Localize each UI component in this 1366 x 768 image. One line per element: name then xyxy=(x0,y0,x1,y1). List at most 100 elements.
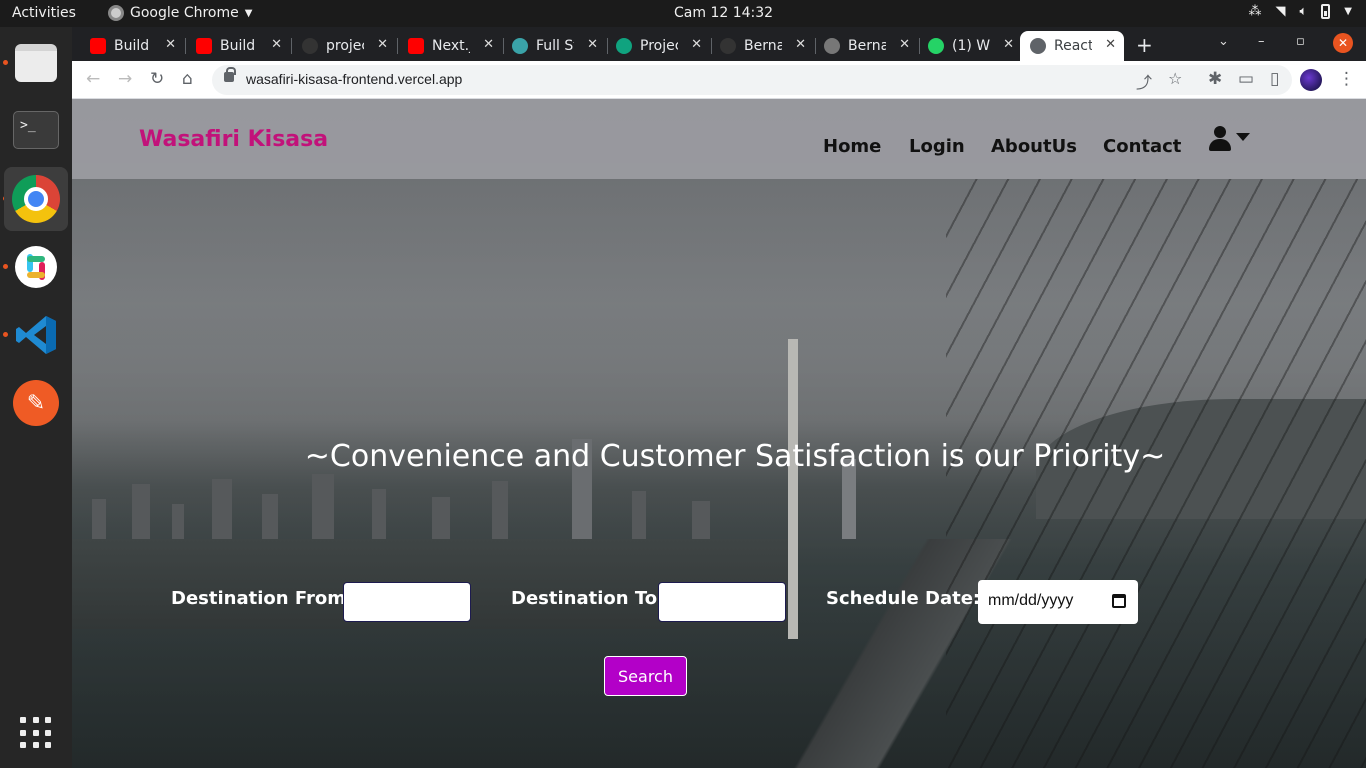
lock-icon[interactable] xyxy=(224,67,236,82)
dock-terminal[interactable]: >_ xyxy=(4,98,68,162)
tab-title: Projec xyxy=(640,38,678,54)
battery-icon xyxy=(1321,4,1331,19)
app-grid-icon xyxy=(20,717,52,749)
user-menu-toggle[interactable] xyxy=(1208,126,1252,152)
browser-tab[interactable]: Projec ✕ xyxy=(606,31,710,61)
tab-title: Full St xyxy=(536,38,574,54)
slack-icon xyxy=(15,246,57,288)
hero-background-image xyxy=(72,99,1366,768)
dock-vscode[interactable] xyxy=(4,303,68,367)
close-icon[interactable]: ✕ xyxy=(1003,37,1014,52)
extensions-icon[interactable]: ✱ xyxy=(1208,69,1222,89)
browser-tab[interactable]: projec ✕ xyxy=(292,31,396,61)
home-icon[interactable]: ⌂ xyxy=(182,69,193,89)
close-icon[interactable]: ✕ xyxy=(899,37,910,52)
terminal-icon: >_ xyxy=(13,111,59,149)
youtube-icon xyxy=(196,38,212,54)
address-bar[interactable]: wasafiri-kisasa-frontend.vercel.app ⤴ ☆ xyxy=(212,65,1292,95)
destination-to-label: Destination To: xyxy=(511,588,665,609)
system-tray[interactable]: ⁂ ◥ 🔈︎ ▼ xyxy=(1248,4,1352,19)
url-text[interactable]: wasafiri-kisasa-frontend.vercel.app xyxy=(246,71,462,87)
app-menu-label: Google Chrome xyxy=(130,5,239,21)
clock[interactable]: Cam 12 14:32 xyxy=(674,5,773,21)
tab-title: Next.j xyxy=(432,38,470,54)
youtube-icon xyxy=(90,38,106,54)
site-navbar: Wasafiri Kisasa Home Login AboutUs Conta… xyxy=(72,99,1366,179)
volume-icon: 🔈︎ xyxy=(1299,4,1308,19)
globe-icon xyxy=(824,38,840,54)
destination-from-label: Destination From: xyxy=(171,588,354,609)
close-icon[interactable]: ✕ xyxy=(271,37,282,52)
dock-chrome[interactable] xyxy=(4,167,68,231)
browser-tab[interactable]: Build ✕ xyxy=(80,31,184,61)
show-applications-button[interactable] xyxy=(4,701,68,765)
hero-tagline: ~Convenience and Customer Satisfaction i… xyxy=(304,439,1166,474)
globe-icon xyxy=(1030,38,1046,54)
browser-tab[interactable]: Full St ✕ xyxy=(502,31,606,61)
side-panel-icon[interactable]: ▯ xyxy=(1270,69,1279,89)
close-icon[interactable]: ✕ xyxy=(587,37,598,52)
close-icon[interactable]: ✕ xyxy=(377,37,388,52)
close-icon[interactable]: ✕ xyxy=(1105,37,1116,52)
files-icon xyxy=(15,44,57,82)
youtube-icon xyxy=(408,38,424,54)
cast-icon[interactable]: ▭ xyxy=(1238,69,1254,89)
tab-title: React xyxy=(1054,38,1092,54)
close-window-icon[interactable]: ✕ xyxy=(1333,33,1353,53)
system-top-bar: Activities Google Chrome ▼ Cam 12 14:32 … xyxy=(0,0,1366,27)
brand-logo[interactable]: Wasafiri Kisasa xyxy=(139,127,328,152)
calendar-icon[interactable] xyxy=(1112,594,1126,608)
chrome-window: Build ✕ Build ✕ projec ✕ Next.j ✕ Full S… xyxy=(72,27,1366,768)
github-icon xyxy=(720,38,736,54)
close-icon[interactable]: ✕ xyxy=(165,37,176,52)
nav-link-contact[interactable]: Contact xyxy=(1103,136,1181,157)
tab-title: Build xyxy=(220,38,256,54)
forward-icon[interactable]: → xyxy=(118,69,132,89)
chatgpt-icon xyxy=(616,38,632,54)
chrome-app-icon xyxy=(108,5,124,21)
site-icon xyxy=(512,38,528,54)
more-menu-icon[interactable]: ⋮ xyxy=(1338,69,1355,89)
bookmark-star-icon[interactable]: ☆ xyxy=(1168,69,1182,88)
tab-search-icon[interactable]: ⌄ xyxy=(1218,34,1229,49)
close-icon[interactable]: ✕ xyxy=(691,37,702,52)
date-placeholder: mm/dd/yyyy xyxy=(988,592,1074,609)
dock-postman[interactable]: ✎ xyxy=(4,371,68,435)
app-menu[interactable]: Google Chrome ▼ xyxy=(108,5,252,21)
nav-link-aboutus[interactable]: AboutUs xyxy=(991,136,1077,157)
browser-tab[interactable]: Build ✕ xyxy=(186,31,290,61)
caret-down-icon xyxy=(1236,133,1250,141)
chevron-down-icon: ▼ xyxy=(244,7,253,19)
browser-tab[interactable]: Berna ✕ xyxy=(710,31,814,61)
close-icon[interactable]: ✕ xyxy=(795,37,806,52)
postman-icon: ✎ xyxy=(13,380,59,426)
search-button[interactable]: Search xyxy=(604,656,687,696)
browser-toolbar: ← → ↻ ⌂ wasafiri-kisasa-frontend.vercel.… xyxy=(72,61,1366,99)
destination-from-input[interactable] xyxy=(343,582,471,622)
chrome-icon xyxy=(12,175,60,223)
schedule-date-input[interactable]: mm/dd/yyyy xyxy=(978,580,1138,624)
browser-tab[interactable]: Berna ✕ xyxy=(814,31,918,61)
nav-link-home[interactable]: Home xyxy=(823,136,881,157)
share-icon[interactable]: ⤴ xyxy=(1136,69,1152,93)
back-icon[interactable]: ← xyxy=(86,69,100,89)
browser-tab-active[interactable]: React ✕ xyxy=(1020,31,1124,61)
network-icon: ⁂ xyxy=(1248,4,1262,19)
nav-link-login[interactable]: Login xyxy=(909,136,965,157)
activities-button[interactable]: Activities xyxy=(12,5,76,21)
destination-to-input[interactable] xyxy=(658,582,786,622)
tab-title: Berna xyxy=(848,38,886,54)
maximize-icon[interactable]: ▫ xyxy=(1296,34,1305,49)
page-viewport: Wasafiri Kisasa Home Login AboutUs Conta… xyxy=(72,99,1366,768)
reload-icon[interactable]: ↻ xyxy=(150,69,164,89)
profile-avatar[interactable] xyxy=(1300,69,1322,91)
browser-tab[interactable]: Next.j ✕ xyxy=(398,31,502,61)
dock-files[interactable] xyxy=(4,31,68,95)
close-icon[interactable]: ✕ xyxy=(483,37,494,52)
browser-tab[interactable]: (1) Wh ✕ xyxy=(918,31,1022,61)
new-tab-button[interactable]: + xyxy=(1136,33,1153,57)
tab-title: Berna xyxy=(744,38,782,54)
whatsapp-icon xyxy=(928,38,944,54)
dock-slack[interactable] xyxy=(4,235,68,299)
minimize-icon[interactable]: – xyxy=(1258,34,1265,49)
